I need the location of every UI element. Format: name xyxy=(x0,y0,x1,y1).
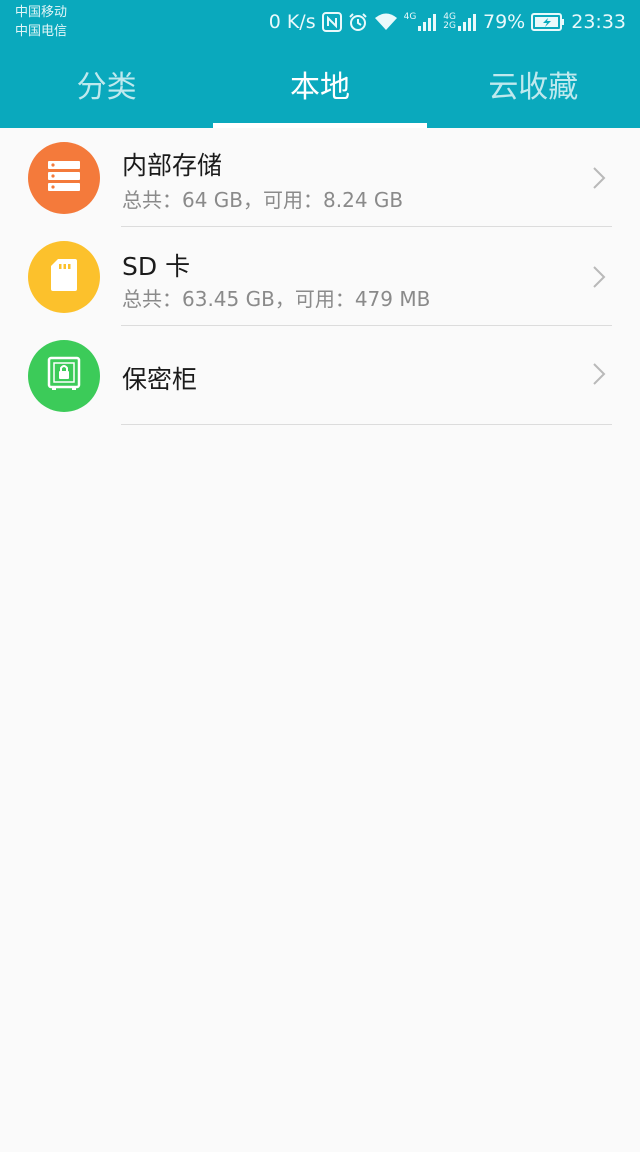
chevron-right-icon xyxy=(592,362,606,390)
internal-storage-capacity: 总共：64 GB，可用：8.24 GB xyxy=(122,188,404,212)
signal-sim2-icon: 4G 2G xyxy=(443,12,477,32)
internal-storage-badge xyxy=(28,142,100,214)
tab-category-label: 分类 xyxy=(76,70,137,105)
clock: 23:33 xyxy=(571,11,626,33)
chevron-right-icon xyxy=(592,265,606,293)
battery-charging-icon xyxy=(531,13,565,31)
list-item-internal-storage[interactable]: 内部存储 总共：64 GB，可用：8.24 GB xyxy=(0,128,640,227)
signal-sim1-icon: 4G xyxy=(404,12,438,32)
tab-bar: 分类 本地 云收藏 xyxy=(0,46,640,128)
sim2-network-tag-bottom: 2G xyxy=(443,21,456,31)
safe-badge xyxy=(28,340,100,412)
status-bar: 中国移动 中国电信 0 K/s 4G 4G 2G 79% 23:33 xyxy=(0,0,640,46)
tab-category[interactable]: 分类 xyxy=(0,46,213,128)
nfc-icon xyxy=(321,12,342,32)
list-item-sd-card[interactable]: SD 卡 总共：63.45 GB，可用：479 MB xyxy=(0,227,640,326)
file-manager-screen: 中国移动 中国电信 0 K/s 4G 4G 2G 79% 23:33 分类 本地… xyxy=(0,0,640,1152)
carrier-2-label: 中国电信 xyxy=(15,24,68,39)
chevron-right-icon xyxy=(592,166,606,194)
sd-card-badge xyxy=(28,241,100,313)
storage-list: 内部存储 总共：64 GB，可用：8.24 GB SD 卡 总共：63.45 G… xyxy=(0,128,640,425)
battery-percent: 79% xyxy=(483,11,526,33)
sd-card-capacity: 总共：63.45 GB，可用：479 MB xyxy=(122,287,431,311)
sd-card-icon xyxy=(50,258,78,296)
safe-lock-icon xyxy=(47,356,81,396)
carrier-1-label: 中国移动 xyxy=(15,5,68,20)
wifi-icon xyxy=(374,12,398,32)
sd-card-title: SD 卡 xyxy=(122,252,191,281)
carrier-info: 中国移动 中国电信 xyxy=(15,3,67,41)
tab-cloud-favorites-label: 云收藏 xyxy=(488,70,579,105)
tab-cloud-favorites[interactable]: 云收藏 xyxy=(427,46,640,128)
tab-local[interactable]: 本地 xyxy=(213,46,426,128)
internal-storage-title: 内部存储 xyxy=(122,151,223,180)
status-icons: 0 K/s 4G 4G 2G 79% 23:33 xyxy=(269,8,626,36)
row-divider xyxy=(121,424,612,425)
safe-title: 保密柜 xyxy=(122,365,198,394)
network-speed: 0 K/s xyxy=(268,11,316,33)
list-item-safe[interactable]: 保密柜 xyxy=(0,326,640,425)
tab-local-label: 本地 xyxy=(289,70,350,105)
alarm-icon xyxy=(348,12,368,32)
server-storage-icon xyxy=(47,159,81,197)
